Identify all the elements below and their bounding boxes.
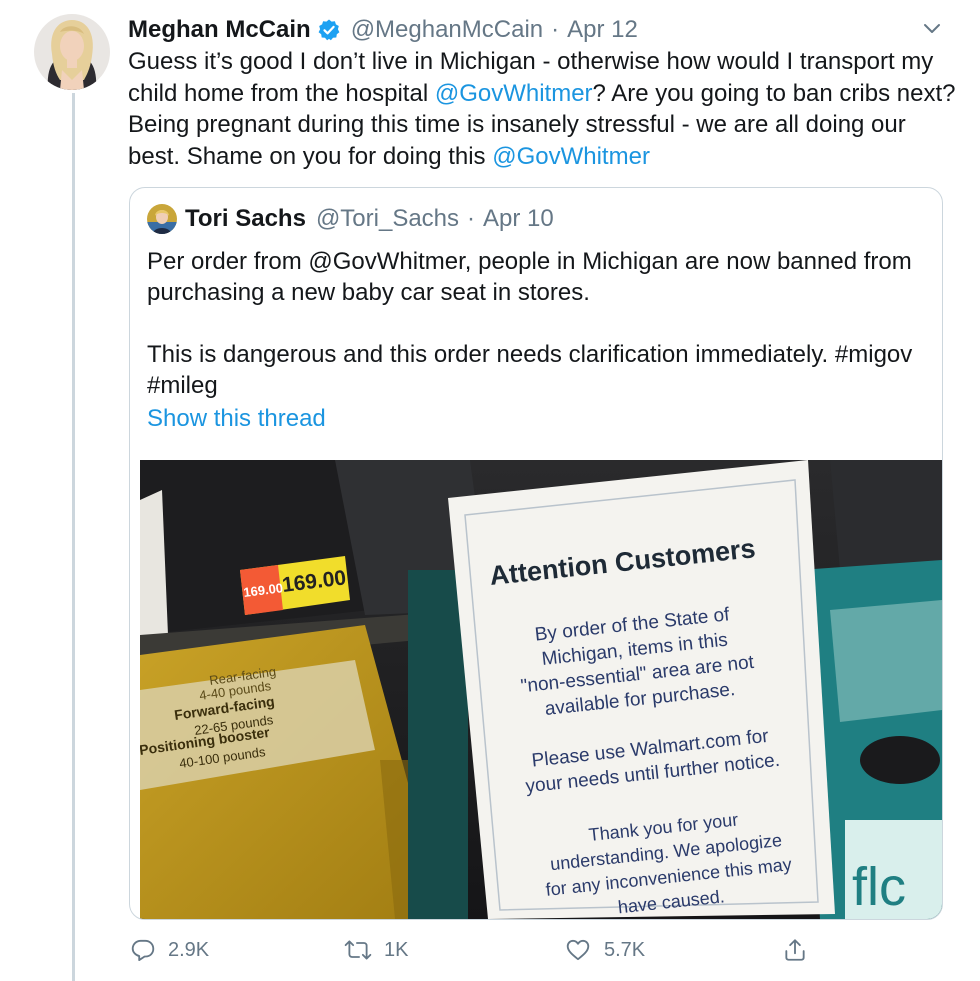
reply-icon <box>131 939 155 961</box>
quoted-author-name: Tori Sachs <box>185 205 306 232</box>
mention-link[interactable]: @GovWhitmer <box>435 80 593 107</box>
retweet-count: 1K <box>384 938 409 961</box>
thread-line <box>72 93 75 981</box>
quoted-tweet-text: Per order from @GovWhitmer, people in Mi… <box>147 248 913 399</box>
reply-count: 2.9K <box>168 938 210 961</box>
tweet-text: Guess it’s good I don’t live in Michigan… <box>128 46 958 172</box>
tweet-photo[interactable]: Rear-facing 4-40 pounds Forward-facing 2… <box>138 460 942 919</box>
verified-badge-icon <box>317 18 341 42</box>
show-thread-link[interactable]: Show this thread <box>147 405 326 433</box>
reply-button[interactable]: 2.9K <box>130 928 209 972</box>
tweet[interactable]: Meghan McCain @MeghanMcCain · Apr 12 Gue… <box>0 0 980 981</box>
like-button[interactable]: 5.7K <box>564 928 645 972</box>
share-icon <box>785 939 805 961</box>
quoted-author-handle: @Tori_Sachs <box>315 205 460 232</box>
share-button[interactable] <box>782 928 820 972</box>
retweet-icon <box>344 940 372 960</box>
tweet-header: Meghan McCain @MeghanMcCain · Apr 12 <box>128 12 638 48</box>
quoted-tweet[interactable]: Tori Sachs @Tori_Sachs · Apr 10 Per orde… <box>129 187 943 920</box>
separator-dot: · <box>467 205 476 232</box>
retweet-button[interactable]: 1K <box>344 928 408 972</box>
mention-link[interactable]: @GovWhitmer <box>492 143 650 170</box>
quoted-tweet-header: Tori Sachs @Tori_Sachs · Apr 10 <box>147 204 554 234</box>
author-handle[interactable]: @MeghanMcCain <box>351 16 543 44</box>
box-logo: flc <box>852 857 906 917</box>
quoted-tweet-date: Apr 10 <box>483 205 554 232</box>
separator-dot: · <box>551 16 560 43</box>
quoted-author-avatar <box>147 204 177 234</box>
chevron-down-icon[interactable] <box>920 16 944 40</box>
tweet-actions: 2.9K 1K 5.7K <box>0 928 980 972</box>
author-name[interactable]: Meghan McCain <box>128 16 311 44</box>
like-icon <box>566 939 590 961</box>
author-avatar[interactable] <box>34 14 110 90</box>
like-count: 5.7K <box>604 938 646 961</box>
tweet-date[interactable]: Apr 12 <box>567 16 638 44</box>
